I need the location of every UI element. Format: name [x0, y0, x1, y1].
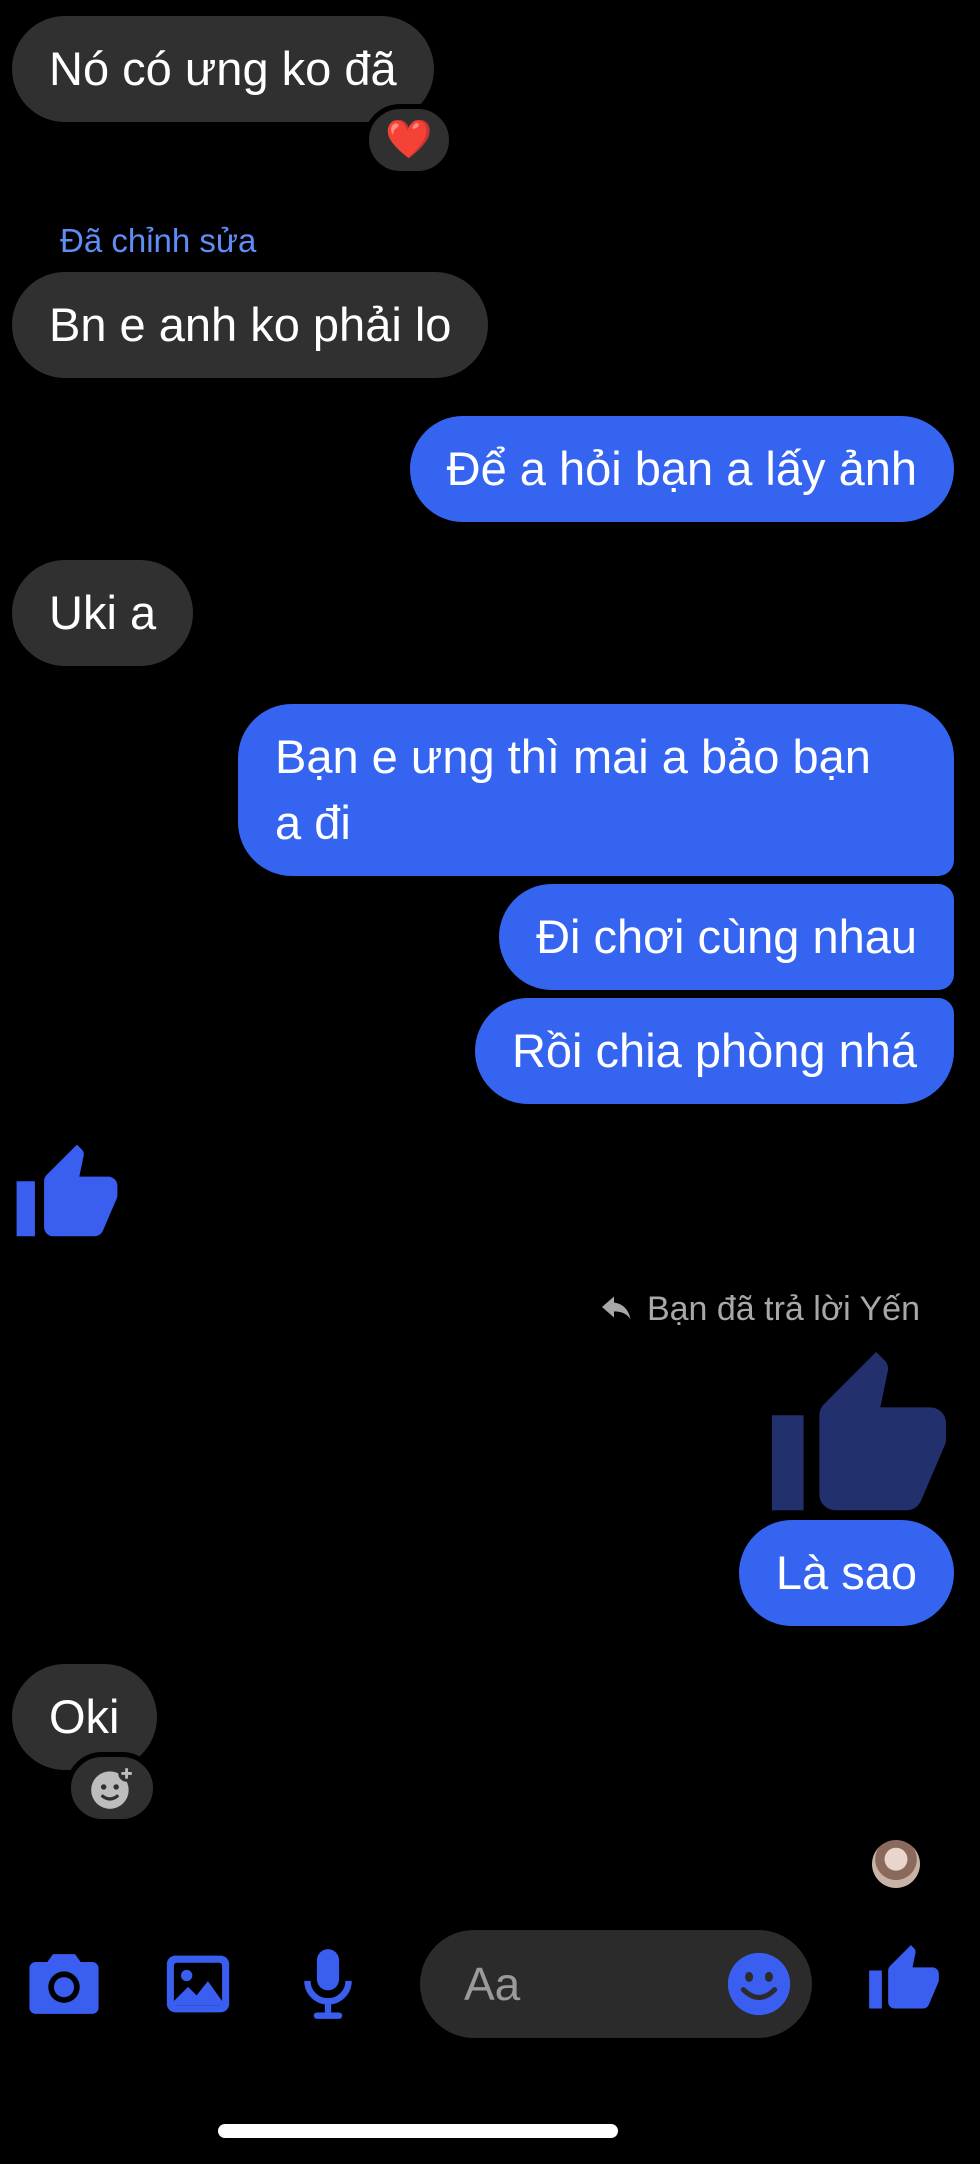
thumbs-up-icon[interactable] — [12, 1140, 122, 1250]
home-indicator[interactable] — [218, 2124, 618, 2138]
message-line: Bạn e ưng thì mai a bảo bạn — [275, 730, 871, 783]
microphone-button[interactable] — [296, 1944, 360, 2024]
message-bubble-incoming[interactable]: Nó có ưng ko đã — [12, 16, 434, 122]
camera-button[interactable] — [24, 1948, 104, 2020]
emoji-button[interactable] — [724, 1949, 794, 2019]
gallery-button[interactable] — [160, 1948, 236, 2020]
quoted-thumbs-up-icon[interactable] — [764, 1344, 954, 1534]
reply-note-text: Bạn đã trả lời Yến — [646, 1290, 920, 1328]
reply-note: Bạn đã trả lời Yến — [599, 1290, 920, 1329]
emoji-icon — [727, 1952, 791, 2016]
add-reaction-button[interactable] — [66, 1752, 158, 1824]
message-input[interactable] — [464, 1954, 704, 2014]
camera-icon — [29, 1954, 99, 2014]
message-bubble-outgoing[interactable]: Rồi chia phòng nhá — [474, 998, 954, 1104]
reply-arrow-icon — [601, 1296, 631, 1319]
edited-label: Đã chỉnh sửa — [60, 222, 257, 259]
message-bubble-outgoing[interactable]: Là sao — [738, 1520, 954, 1626]
microphone-icon — [304, 1949, 352, 2019]
message-bubble-outgoing[interactable]: Để a hỏi bạn a lấy ảnh — [409, 416, 954, 522]
thumbs-up-icon — [869, 1945, 939, 2009]
chat-screen: Nó có ưng ko đã ❤️ Đã chỉnh sửa Bn e anh… — [0, 0, 980, 2164]
heart-emoji: ❤️ — [385, 119, 433, 161]
message-bubble-incoming[interactable]: Uki a — [12, 560, 194, 666]
seen-avatar — [872, 1840, 920, 1888]
gallery-icon — [166, 1955, 230, 2013]
message-line: a đi — [275, 796, 351, 849]
message-bubble-incoming[interactable]: Bn e anh ko phải lo — [12, 272, 489, 378]
message-bubble-outgoing[interactable]: Bạn e ưng thì mai a bảo bạn a đi — [238, 704, 954, 876]
like-button[interactable] — [864, 1940, 944, 2020]
message-composer[interactable] — [420, 1930, 812, 2038]
add-reaction-icon — [91, 1765, 135, 1809]
message-bubble-outgoing[interactable]: Đi chơi cùng nhau — [499, 884, 954, 990]
message-reaction[interactable]: ❤️ — [364, 104, 454, 176]
